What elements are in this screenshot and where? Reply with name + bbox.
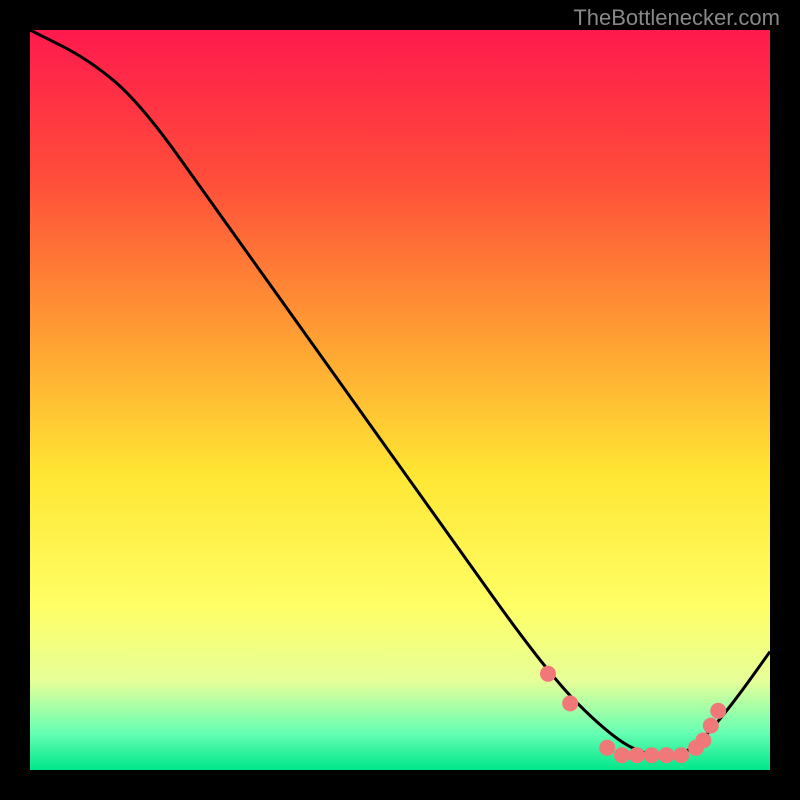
data-marker bbox=[540, 666, 556, 682]
data-marker bbox=[710, 703, 726, 719]
watermark-text: TheBottlenecker.com bbox=[573, 5, 780, 31]
data-marker bbox=[562, 695, 578, 711]
data-marker bbox=[614, 747, 630, 763]
data-marker bbox=[673, 747, 689, 763]
chart-svg bbox=[30, 30, 770, 770]
data-marker bbox=[703, 718, 719, 734]
data-marker bbox=[658, 747, 674, 763]
data-marker bbox=[599, 740, 615, 756]
data-marker bbox=[695, 732, 711, 748]
gradient-background bbox=[30, 30, 770, 770]
plot-area bbox=[30, 30, 770, 770]
chart-container: TheBottlenecker.com bbox=[0, 0, 800, 800]
data-marker bbox=[644, 747, 660, 763]
data-marker bbox=[629, 747, 645, 763]
